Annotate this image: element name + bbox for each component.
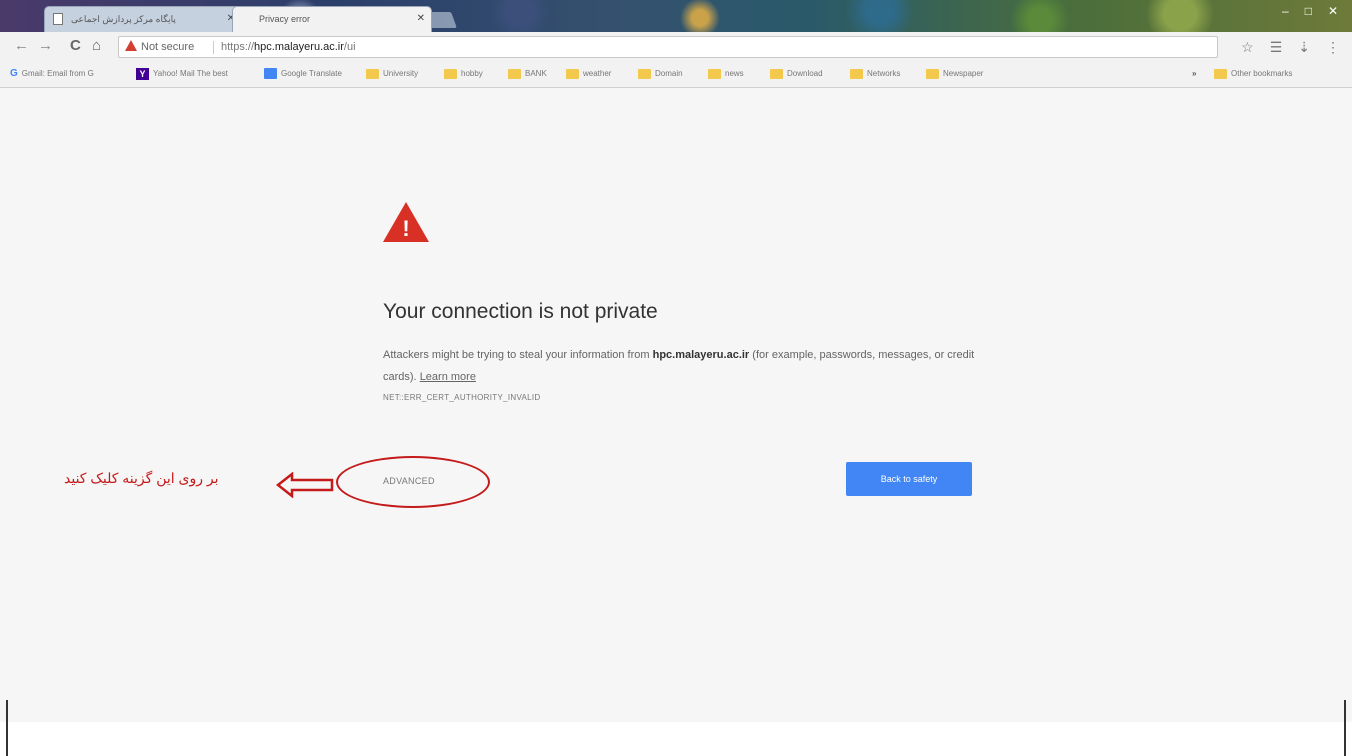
bookmark-label: Download [787, 69, 823, 78]
bookmark-google-translate[interactable]: Google Translate [264, 67, 342, 81]
exclamation-glyph: ! [402, 216, 410, 241]
bookmark-label: Yahoo! Mail The best [153, 69, 228, 78]
folder-icon [708, 68, 721, 79]
url-host: hpc.malayeru.ac.ir [254, 41, 344, 53]
folder-icon [770, 68, 783, 79]
bookmark-folder-bank[interactable]: BANK [508, 67, 547, 81]
tab-title: پایگاه مرکز پردازش اجماعی [71, 14, 176, 24]
close-tab-icon[interactable]: ✕ [417, 7, 425, 31]
bookmark-folder-weather[interactable]: weather [566, 67, 611, 81]
bookmark-label: weather [583, 69, 612, 78]
bookmark-label: Networks [867, 69, 901, 78]
annotation-arrow-icon [276, 472, 334, 498]
window-controls: – □ ✕ [1282, 4, 1338, 18]
bookmark-label: hobby [461, 69, 483, 78]
close-window-icon[interactable]: ✕ [1328, 4, 1338, 18]
bookmark-folder-networks[interactable]: Networks [850, 67, 900, 81]
extension-icon[interactable]: ☰ [1270, 39, 1283, 55]
google-icon: G [10, 68, 18, 79]
minimize-icon[interactable]: – [1282, 4, 1289, 18]
bookmark-star-icon[interactable]: ☆ [1241, 39, 1254, 55]
error-code: NET::ERR_CERT_AUTHORITY_INVALID [383, 393, 541, 402]
folder-icon [444, 68, 457, 79]
divider [213, 41, 214, 54]
url-scheme: https:// [221, 41, 255, 53]
advanced-button[interactable]: ADVANCED [383, 476, 435, 486]
title-bar: پایگاه مرکز پردازش اجماعی ✕ Privacy erro… [0, 0, 1352, 32]
folder-icon [566, 68, 579, 79]
folder-icon [926, 68, 939, 79]
screen-edge-left [6, 700, 8, 756]
reload-icon[interactable]: C [70, 38, 81, 54]
google-translate-icon [264, 68, 277, 80]
bookmark-label: Gmail: Email from G [21, 69, 94, 78]
download-icon[interactable]: ⇣ [1298, 39, 1310, 55]
address-bar[interactable]: Not secure https://hpc.malayeru.ac.ir/ui [118, 36, 1218, 58]
desc-text: Attackers might be trying to steal your … [383, 349, 653, 361]
bookmark-label: Newspaper [943, 69, 984, 78]
url-path: /ui [343, 41, 356, 53]
bookmark-label: Other bookmarks [1231, 69, 1293, 78]
bookmarks-bar: G Gmail: Email from G Y Yahoo! Mail The be… [0, 62, 1352, 88]
bookmark-folder-hobby[interactable]: hobby [444, 67, 483, 81]
tab-title: Privacy error [259, 14, 311, 24]
toolbar-actions: ☆ ☰ ⇣ ⋮ [1241, 39, 1340, 55]
bookmark-yahoo[interactable]: Y Yahoo! Mail The best [136, 67, 228, 81]
bookmark-folder-domain[interactable]: Domain [638, 67, 683, 81]
bookmark-folder-newspaper[interactable]: Newspaper [926, 67, 983, 81]
tab-privacy-error[interactable]: Privacy error ✕ [232, 6, 432, 32]
warning-icon[interactable] [125, 40, 137, 51]
tab-persian-site[interactable]: پایگاه مرکز پردازش اجماعی ✕ [44, 6, 242, 32]
bookmark-label: news [725, 69, 744, 78]
folder-icon [638, 68, 651, 79]
bookmark-label: University [383, 69, 419, 78]
folder-icon [1214, 68, 1227, 79]
privacy-error-page: ! Your connection is not private Attacke… [0, 88, 1352, 722]
folder-icon [508, 68, 521, 79]
folder-icon [850, 68, 863, 79]
security-label[interactable]: Not secure [141, 37, 194, 57]
bookmark-gmail[interactable]: G Gmail: Email from G [10, 67, 94, 81]
maximize-icon[interactable]: □ [1305, 4, 1312, 18]
screen-edge-right [1344, 700, 1346, 756]
annotation-hint-text: بر روی این گزینه کلیک کنید [64, 470, 219, 486]
page-description: Attackers might be trying to steal your … [383, 344, 983, 388]
bookmark-folder-news[interactable]: news [708, 67, 744, 81]
bookmark-label: Google Translate [281, 69, 342, 78]
forward-arrow-icon[interactable]: → [38, 38, 53, 54]
learn-more-link[interactable]: Learn more [420, 371, 476, 383]
yahoo-icon: Y [136, 67, 149, 80]
other-bookmarks[interactable]: Other bookmarks [1214, 67, 1292, 81]
bookmark-label: Domain [655, 69, 683, 78]
folder-icon [366, 68, 379, 79]
desc-host: hpc.malayeru.ac.ir [652, 349, 750, 361]
menu-icon[interactable]: ⋮ [1326, 39, 1340, 55]
page-heading: Your connection is not private [383, 300, 658, 323]
bookmark-folder-download[interactable]: Download [770, 67, 823, 81]
bookmark-folder-university[interactable]: University [366, 67, 418, 81]
url-text[interactable]: https://hpc.malayeru.ac.ir/ui [221, 37, 356, 57]
bookmarks-overflow-icon[interactable]: » [1192, 67, 1196, 81]
back-to-safety-button[interactable]: Back to safety [846, 462, 972, 496]
browser-toolbar: ← → C ⌂ Not secure https://hpc.malayeru.… [0, 32, 1352, 62]
back-arrow-icon[interactable]: ← [14, 38, 29, 54]
page-icon [53, 13, 63, 25]
bookmark-label: BANK [525, 69, 547, 78]
home-icon[interactable]: ⌂ [92, 38, 101, 54]
